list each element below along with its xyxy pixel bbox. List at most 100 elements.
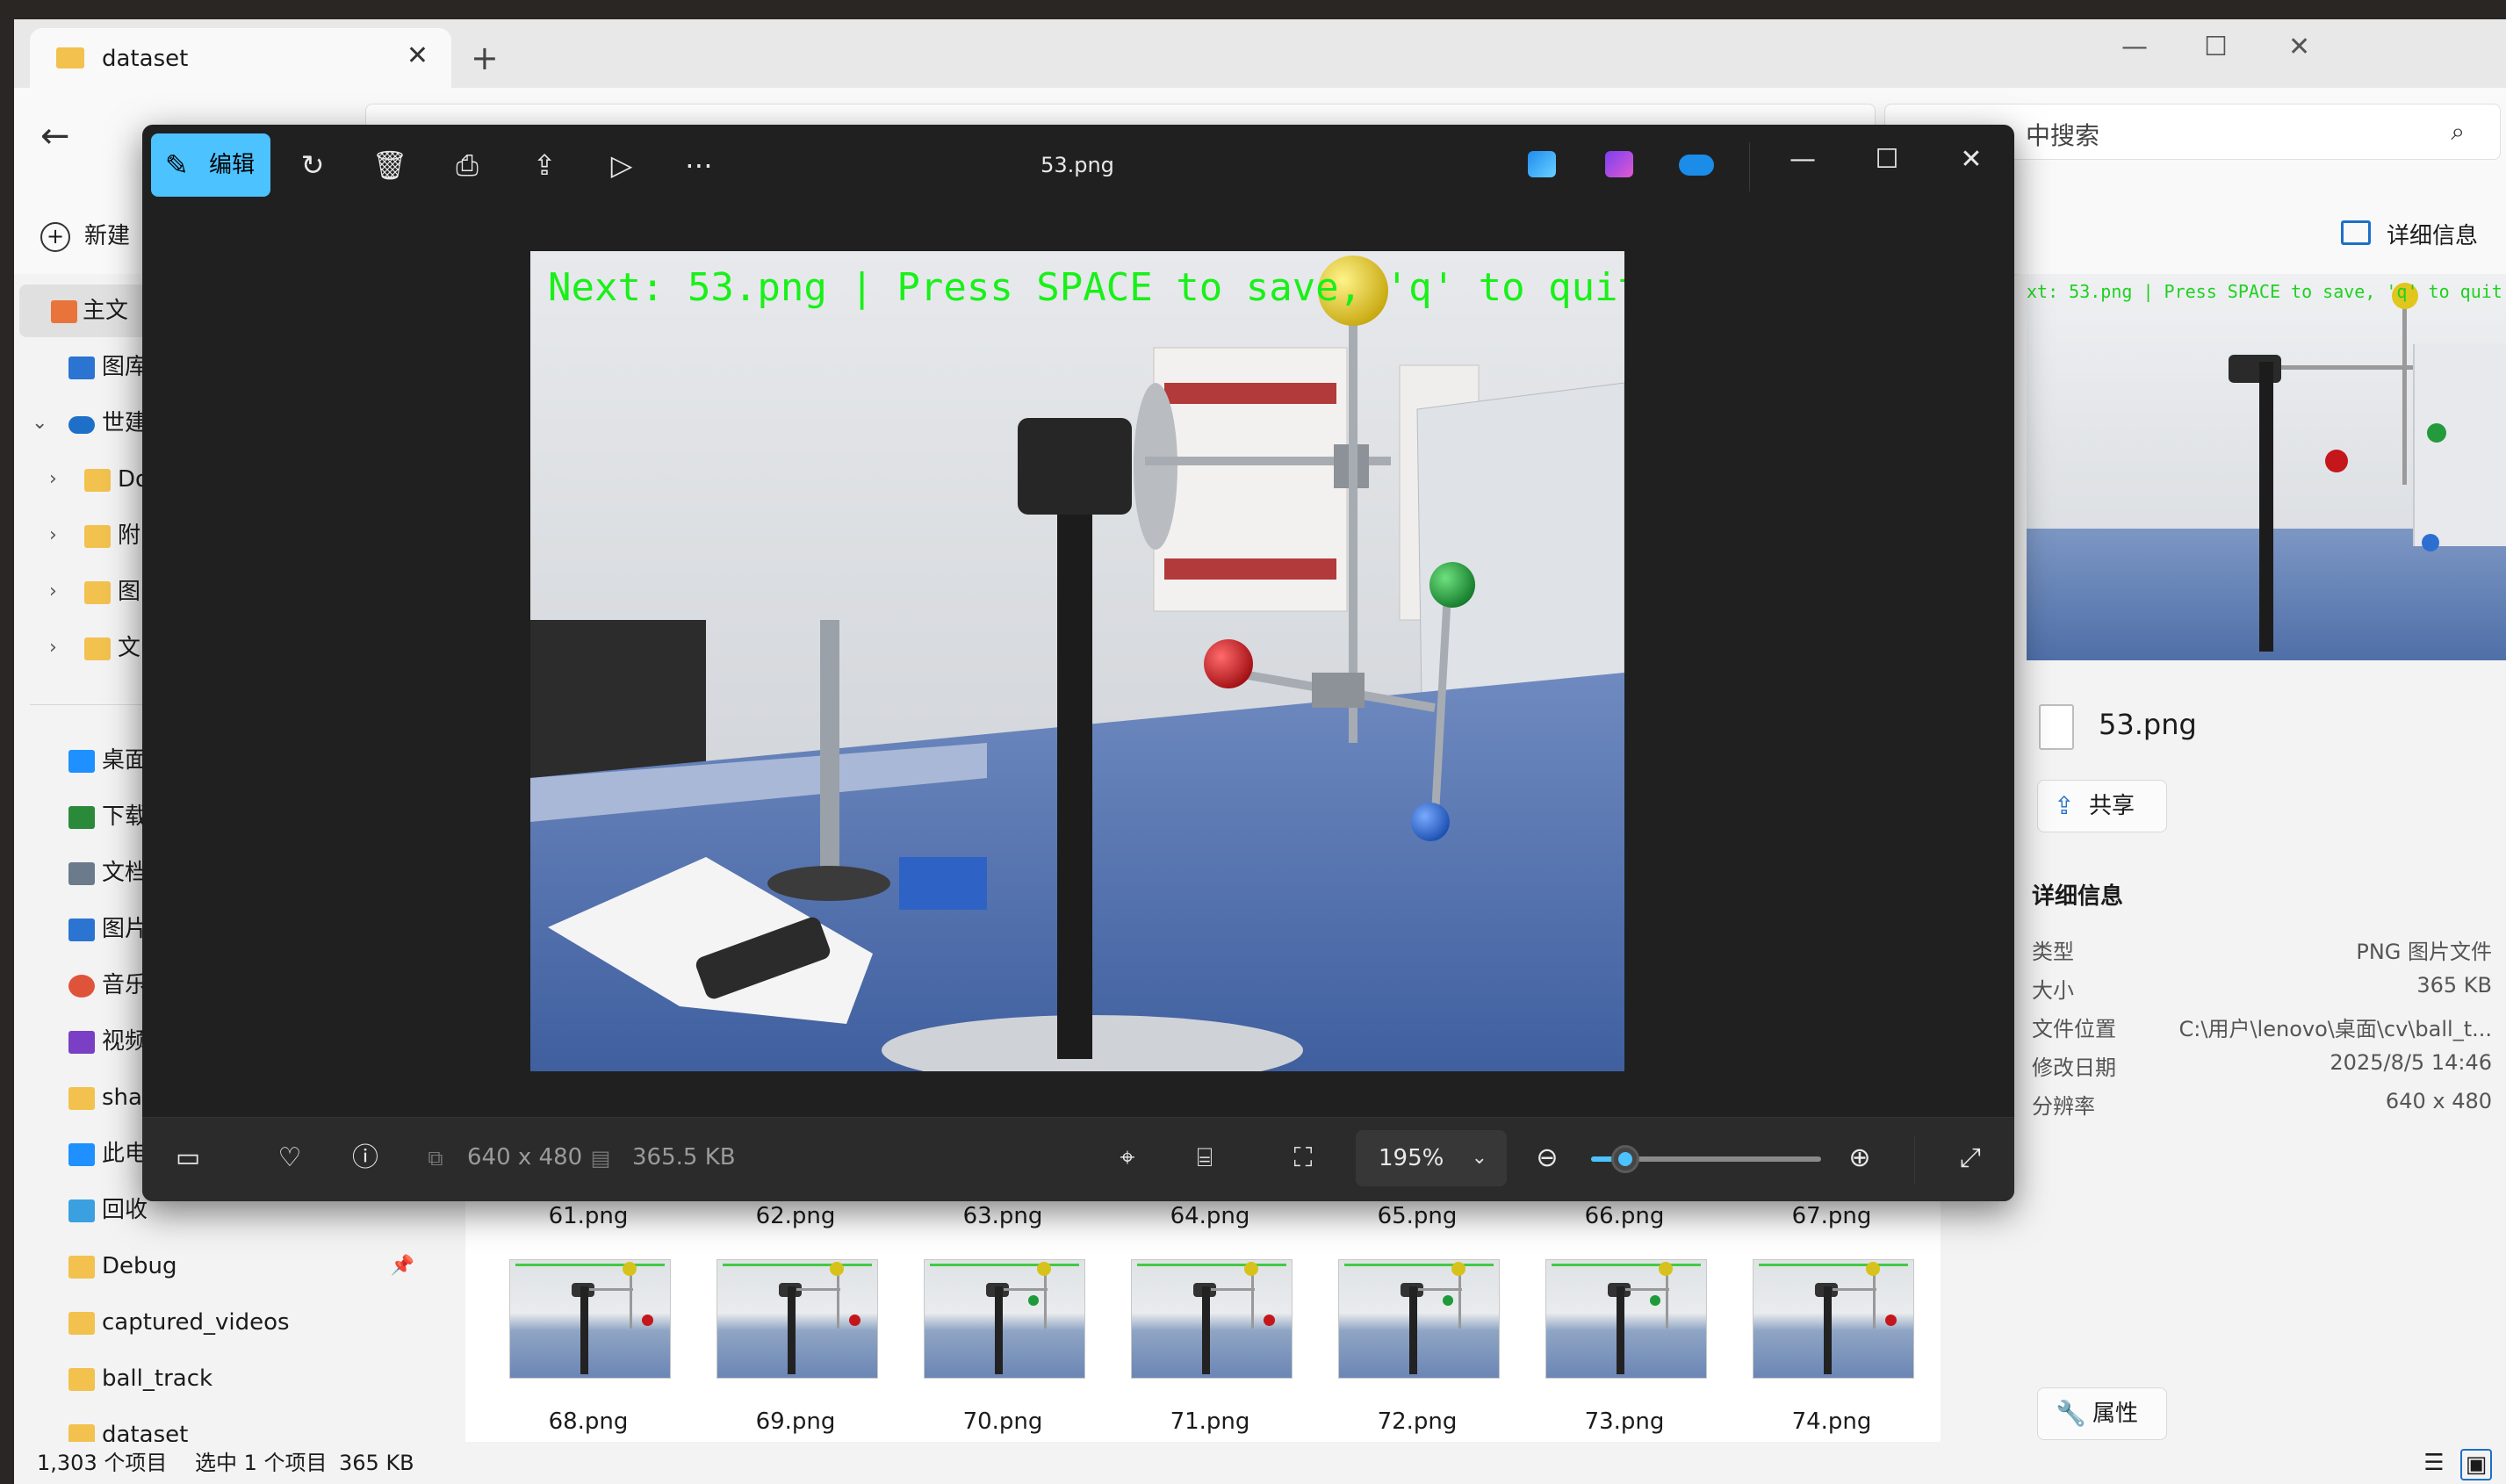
close-button[interactable]: ✕ [1949, 144, 1993, 175]
file-caption[interactable]: 69.png [699, 1408, 892, 1435]
minimize-button[interactable]: — [2121, 32, 2148, 62]
share-button[interactable]: ⇪ 共享 [2037, 780, 2167, 832]
sidebar-item-ball-track[interactable]: ball_track [14, 1352, 427, 1405]
sidebar-item-captured-videos[interactable]: captured_videos [14, 1296, 427, 1349]
preview-green-ball [2427, 423, 2446, 443]
zoom-slider[interactable] [1591, 1145, 1821, 1173]
text-scan-icon[interactable]: ⌸ [1185, 1139, 1224, 1178]
thumb-pole [1617, 1286, 1624, 1374]
file-thumbnail[interactable] [1131, 1259, 1293, 1379]
thumb-rod [1873, 1267, 1876, 1329]
print-icon[interactable]: ⎙ [448, 146, 486, 184]
file-caption[interactable]: 64.png [1113, 1203, 1307, 1229]
zoom-in-icon[interactable]: ⊕ [1840, 1139, 1879, 1178]
file-caption[interactable]: 61.png [492, 1203, 685, 1229]
edit-button[interactable]: ✎ 编辑 [151, 133, 270, 197]
file-size-icon: ▤ [590, 1146, 611, 1171]
pin-icon[interactable]: 📌 [391, 1240, 414, 1293]
share-icon[interactable]: ⇪ [525, 146, 564, 184]
stand-base [767, 866, 890, 901]
file-caption[interactable]: 73.png [1528, 1408, 1721, 1435]
chevron-right-icon[interactable]: › [49, 566, 57, 618]
minimize-button[interactable]: — [1781, 144, 1825, 175]
file-thumbnail[interactable] [509, 1259, 671, 1379]
file-caption[interactable]: 74.png [1735, 1408, 1928, 1435]
chevron-right-icon[interactable]: › [49, 622, 57, 674]
details-pane-button[interactable]: 详细信息 [2341, 218, 2478, 250]
thumb-rod [1458, 1267, 1461, 1329]
folder-icon [56, 47, 84, 68]
maximize-button[interactable]: ☐ [1865, 144, 1909, 175]
home-icon [51, 300, 77, 323]
favorite-heart-icon[interactable]: ♡ [270, 1139, 309, 1178]
back-arrow-icon[interactable]: ← [40, 116, 70, 156]
new-button[interactable]: + 新建 [40, 218, 130, 252]
close-button[interactable]: ✕ [2288, 32, 2310, 62]
main-image[interactable]: Next: 53.png | Press SPACE to save, 'q' … [530, 251, 1624, 1071]
search-placeholder: 中搜索 [2026, 121, 2100, 150]
thumb-overlay-text [1344, 1264, 1494, 1266]
thumbnail-view-icon[interactable]: ▣ [2460, 1449, 2492, 1480]
info-icon[interactable]: ⓘ [346, 1139, 385, 1178]
file-caption[interactable]: 71.png [1113, 1408, 1307, 1435]
main-pole [1057, 479, 1092, 1059]
selection-size: 365 KB [339, 1451, 414, 1475]
clipchamp-app-icon[interactable] [1605, 151, 1633, 177]
slideshow-icon[interactable]: ▷ [602, 146, 641, 184]
search-icon[interactable]: ⌕ [2451, 117, 2465, 147]
image-file-size: 365.5 KB [632, 1144, 736, 1171]
detail-value: PNG 图片文件 [2356, 940, 2492, 964]
file-thumbnail[interactable] [924, 1259, 1085, 1379]
designer-app-icon[interactable] [1528, 151, 1556, 177]
new-tab-button[interactable]: + [471, 39, 499, 77]
tab-dataset[interactable]: dataset ✕ [30, 28, 451, 88]
zoom-slider-thumb[interactable] [1611, 1145, 1640, 1173]
file-caption[interactable]: 66.png [1528, 1203, 1721, 1229]
sidebar-item-debug[interactable]: Debug 📌 [14, 1240, 427, 1293]
folder-icon [84, 469, 111, 492]
photos-viewer-window: ✎ 编辑 ↻ 🗑 ⎙ ⇪ ▷ ⋯ 53.png — ☐ ✕ Next: 53.p… [142, 125, 2014, 1201]
share-label: 共享 [2089, 793, 2135, 819]
maximize-button[interactable]: ☐ [2204, 32, 2228, 62]
file-caption[interactable]: 62.png [699, 1203, 892, 1229]
file-thumbnail[interactable] [1753, 1259, 1914, 1379]
file-caption[interactable]: 68.png [492, 1408, 685, 1435]
folder-icon [68, 1256, 95, 1279]
file-thumbnail[interactable] [717, 1259, 878, 1379]
file-caption[interactable]: 63.png [906, 1203, 1099, 1229]
file-caption[interactable]: 70.png [906, 1408, 1099, 1435]
tab-close-button[interactable]: ✕ [407, 40, 428, 71]
properties-label: 属性 [2092, 1401, 2139, 1427]
folder-icon [68, 1312, 95, 1335]
fit-to-window-icon[interactable]: ⛶ [1284, 1139, 1322, 1178]
folder-icon [84, 525, 111, 548]
thumb-rod [1666, 1267, 1668, 1329]
plus-icon: + [40, 222, 70, 252]
file-caption[interactable]: 65.png [1321, 1203, 1514, 1229]
onedrive-cloud-icon[interactable] [1679, 155, 1714, 176]
zoom-out-icon[interactable]: ⊖ [1528, 1139, 1566, 1178]
details-view-icon[interactable]: ☰ [2420, 1449, 2448, 1477]
black-cylinder [1018, 418, 1132, 515]
visual-search-icon[interactable]: ⌖ [1108, 1139, 1147, 1178]
rotate-icon[interactable]: ↻ [293, 146, 332, 184]
fullscreen-icon[interactable]: ⤢ [1951, 1139, 1990, 1178]
thumb-yellow-ball [1451, 1262, 1465, 1276]
file-thumbnail[interactable] [1545, 1259, 1707, 1379]
chevron-down-icon[interactable]: ⌄ [32, 397, 47, 450]
sidebar-item-label: captured_videos [102, 1309, 290, 1336]
chevron-right-icon[interactable]: › [49, 509, 57, 562]
more-options-icon[interactable]: ⋯ [680, 146, 718, 184]
sidebar-item-label: 音乐 [102, 972, 148, 998]
chevron-right-icon[interactable]: › [49, 453, 57, 506]
zoom-selector[interactable]: 195% ⌄ [1356, 1130, 1507, 1186]
new-button-label: 新建 [84, 223, 131, 249]
thumb-overlay-text [1552, 1264, 1701, 1266]
file-caption[interactable]: 72.png [1321, 1408, 1514, 1435]
filmstrip-icon[interactable]: ▭ [169, 1139, 207, 1178]
thumb-red-ball [1885, 1315, 1897, 1326]
properties-button[interactable]: 🔧 属性 [2037, 1387, 2167, 1440]
file-thumbnail[interactable] [1338, 1259, 1500, 1379]
delete-icon[interactable]: 🗑 [371, 146, 409, 184]
file-caption[interactable]: 67.png [1735, 1203, 1928, 1229]
